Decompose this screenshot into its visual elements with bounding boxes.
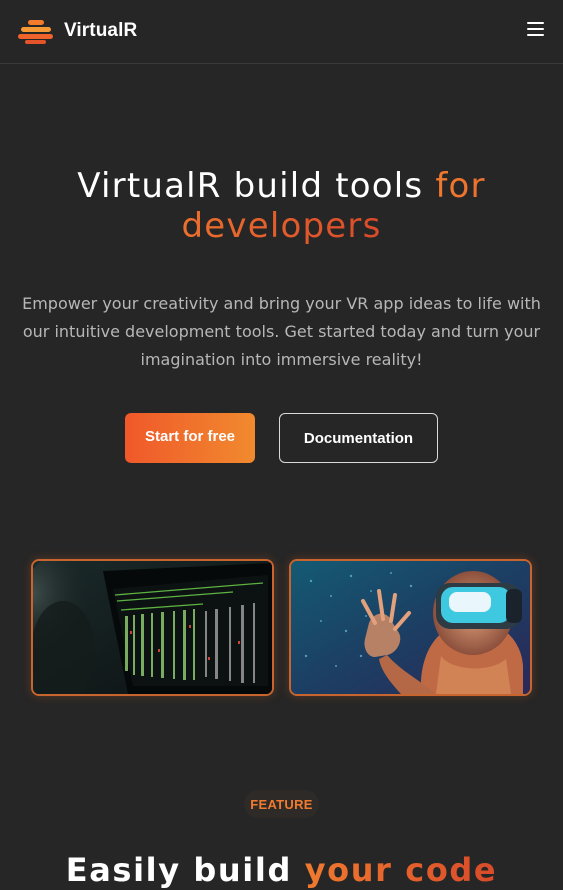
hero-title-main: VirtualR build tools: [77, 166, 436, 206]
layered-stack-logo-icon: [18, 18, 54, 44]
feature-title-main: Easily build: [65, 851, 305, 889]
code-terminal-image: [31, 559, 274, 696]
start-for-free-button[interactable]: Start for free: [125, 413, 255, 463]
feature-badge: FEATURE: [244, 790, 319, 818]
hero-subtitle: Empower your creativity and bring your V…: [22, 294, 541, 369]
feature-section-title: Easily build your code: [0, 850, 563, 890]
documentation-button[interactable]: Documentation: [279, 413, 438, 463]
vr-headset-image: [289, 559, 532, 696]
brand-name: VirtualR: [64, 20, 138, 41]
navbar: VirtualR: [0, 0, 563, 64]
hamburger-menu-icon[interactable]: [527, 21, 544, 36]
logo[interactable]: VirtualR: [18, 18, 137, 44]
hero-title: VirtualR build tools for developers: [0, 166, 563, 246]
feature-title-accent: your code: [304, 851, 498, 889]
